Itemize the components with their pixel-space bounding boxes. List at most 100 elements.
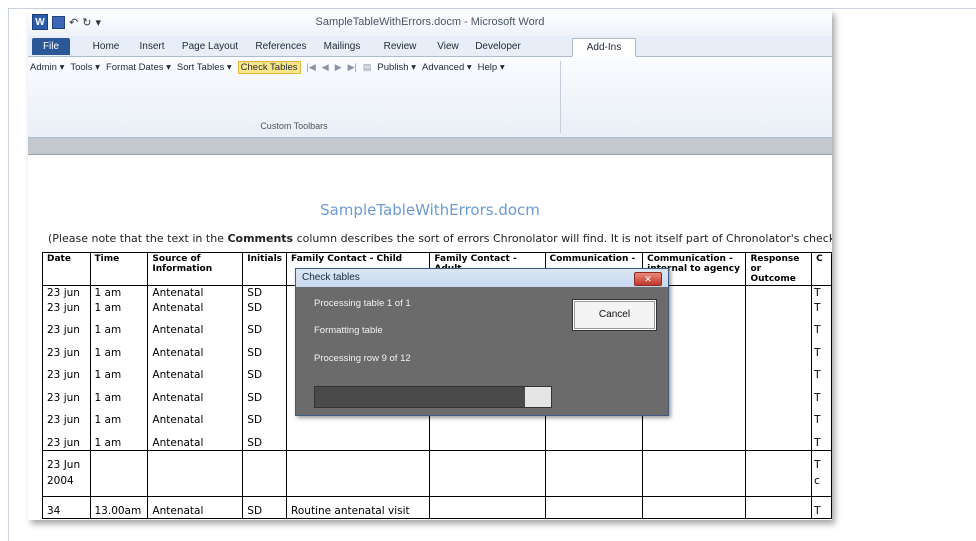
comments-cell: T — [814, 369, 821, 381]
note-post: column describes the sort of errors Chro… — [293, 232, 832, 245]
progress-bar — [314, 386, 552, 408]
tab-developer[interactable]: Developer — [472, 38, 524, 55]
initials-cell: SD — [247, 301, 263, 314]
admin-menu[interactable]: Admin ▾ — [30, 62, 64, 73]
publish-icon: ▤ — [362, 62, 372, 72]
help-menu[interactable]: Help ▾ — [478, 62, 505, 73]
ribbon-group-label: Custom Toolbars — [260, 121, 328, 131]
table-cell — [642, 450, 747, 497]
initials-cell: SD — [247, 287, 263, 299]
header-date: Date — [42, 252, 91, 286]
source-cell: Antenatal — [152, 301, 204, 314]
header-response: Response or Outcome — [745, 252, 813, 286]
initials-cell: SD — [247, 346, 263, 359]
date-cell-group: 23 jun 23 jun 23 jun 23 jun 23 jun 23 ju… — [42, 285, 91, 451]
comments-cell: T — [814, 287, 821, 299]
source-cell: Antenatal — [152, 346, 204, 359]
next-record-icon[interactable]: ▶ — [335, 62, 342, 73]
source-cell: Antenatal — [152, 369, 204, 381]
date-cell: 23 jun — [47, 414, 80, 426]
initials-cell-group: SD SD SD SD SD SD SD SD — [242, 285, 288, 451]
close-icon[interactable]: ✕ — [634, 272, 662, 286]
dialog-title-bar: Check tables ✕ — [296, 269, 668, 287]
processing-table-label: Processing table 1 of 1 — [314, 298, 411, 309]
tab-insert[interactable]: Insert — [132, 38, 172, 55]
comments-cell: T — [814, 436, 821, 449]
date-line: 2004 — [47, 475, 74, 487]
time-cell: 1 am — [94, 301, 122, 314]
tab-page-layout[interactable]: Page Layout — [180, 38, 240, 55]
table-row: 23 Jun 2004 T c — [42, 450, 832, 497]
source-cell: Antenatal — [147, 496, 244, 519]
date-cell: 23 Jun 2004 — [42, 450, 91, 497]
date-cell: 23 jun — [47, 436, 80, 449]
comments-line: c — [814, 475, 820, 487]
source-cell: Antenatal — [152, 287, 204, 299]
comments-cell-group: T T T T T T T T — [811, 285, 832, 451]
initials-cell: SD — [247, 324, 263, 336]
time-cell: 1 am — [94, 436, 122, 449]
previous-record-icon[interactable]: ◀ — [322, 62, 329, 73]
time-cell: 1 am — [94, 414, 122, 426]
header-source: Source of Information — [147, 252, 244, 286]
source-cell-group: Antenatal Antenatal Antenatal Antenatal … — [147, 285, 244, 451]
first-record-icon[interactable]: |◀ — [307, 62, 316, 73]
processing-row-label: Processing row 9 of 12 — [314, 353, 411, 364]
comments-cell: T — [814, 346, 821, 359]
check-tables-dialog: Check tables ✕ Processing table 1 of 1 F… — [295, 268, 669, 416]
table-cell — [745, 496, 813, 519]
sort-tables-menu[interactable]: Sort Tables ▾ — [177, 62, 232, 73]
comments-cell: T — [811, 496, 832, 519]
tab-review[interactable]: Review — [377, 38, 423, 55]
date-cell: 23 jun — [47, 369, 80, 381]
table-cell — [544, 496, 644, 519]
tools-menu[interactable]: Tools ▾ — [70, 62, 100, 73]
time-cell: 13.00am — [89, 496, 149, 519]
date-cell: 23 jun — [47, 391, 80, 404]
last-record-icon[interactable]: ▶| — [348, 62, 357, 73]
tab-mailings[interactable]: Mailings — [317, 38, 367, 55]
table-cell — [429, 450, 546, 497]
time-cell-group: 1 am 1 am 1 am 1 am 1 am 1 am 1 am 1 am — [89, 285, 149, 451]
publish-menu[interactable]: Publish ▾ — [377, 62, 416, 73]
check-tables-button[interactable]: Check Tables — [237, 61, 301, 74]
source-cell: Antenatal — [152, 324, 204, 336]
initials-cell: SD — [247, 436, 263, 449]
ribbon-group-separator — [560, 61, 561, 133]
table-cell — [642, 496, 747, 519]
comments-cell: T — [814, 324, 821, 336]
table-cell — [544, 450, 644, 497]
tab-add-ins[interactable]: Add-Ins — [572, 38, 636, 57]
comments-line: T — [814, 459, 821, 471]
word-window: W ↶ ↻ ▾ SampleTableWithErrors.docm - Mic… — [28, 10, 832, 520]
document-title: SampleTableWithErrors.docm — [320, 201, 540, 219]
date-cell: 23 jun — [47, 287, 80, 299]
table-cell — [242, 450, 288, 497]
tab-home[interactable]: Home — [86, 38, 126, 55]
source-cell: Antenatal — [152, 391, 204, 404]
source-cell: Antenatal — [152, 436, 204, 449]
comments-cell: T — [814, 391, 821, 404]
format-dates-menu[interactable]: Format Dates ▾ — [106, 62, 171, 73]
comments-cell: T — [814, 301, 821, 314]
time-cell: 1 am — [94, 324, 122, 336]
tab-references[interactable]: References — [251, 38, 311, 55]
advanced-menu[interactable]: Advanced ▾ — [422, 62, 472, 73]
table-row: 34 13.00am Antenatal SD Routine antenata… — [42, 496, 832, 519]
ribbon: Admin ▾ Tools ▾ Format Dates ▾ Sort Tabl… — [28, 57, 832, 138]
table-cell — [745, 285, 813, 451]
tab-file[interactable]: File — [32, 38, 70, 55]
table-cell — [147, 450, 244, 497]
comments-cell: T c — [811, 450, 832, 497]
dialog-title: Check tables — [302, 272, 360, 283]
cancel-button[interactable]: Cancel — [572, 299, 657, 331]
date-line: 23 Jun — [47, 459, 81, 471]
note-bold: Comments — [227, 232, 294, 245]
header-comments: C — [811, 252, 832, 286]
header-time: Time — [89, 252, 149, 286]
formatting-table-label: Formatting table — [314, 325, 383, 336]
title-bar: W ↶ ↻ ▾ SampleTableWithErrors.docm - Mic… — [28, 10, 832, 36]
document-note: (Please note that the text in the Commen… — [48, 232, 832, 245]
tab-view[interactable]: View — [432, 38, 464, 55]
custom-toolbar: Admin ▾ Tools ▾ Format Dates ▾ Sort Tabl… — [30, 61, 505, 74]
